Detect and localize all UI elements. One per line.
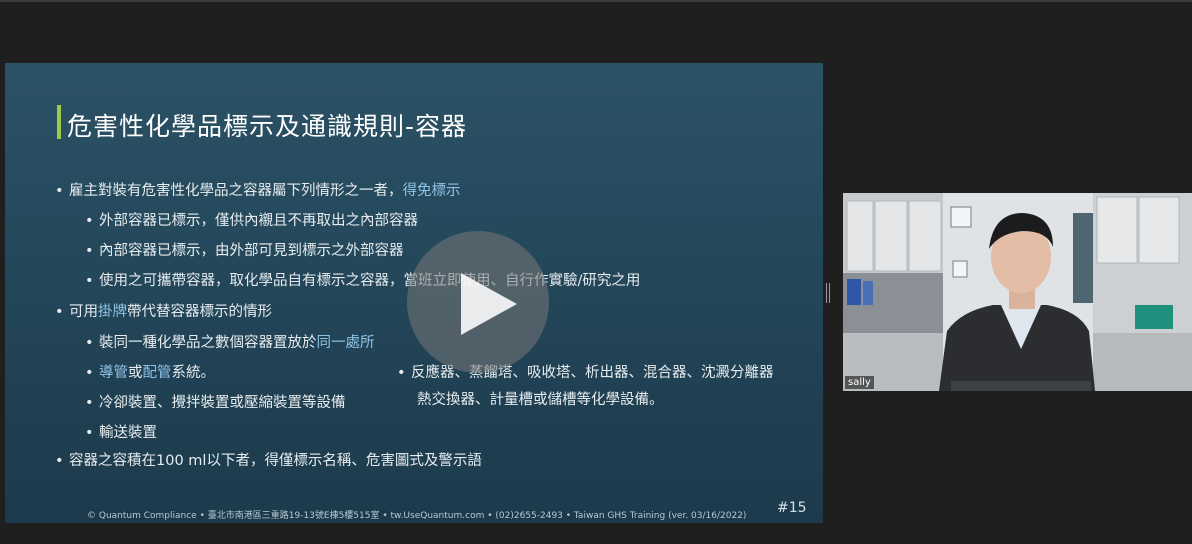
sub-bullet-5-highlight-1: 導管 [99,365,128,381]
title-accent-bar [57,105,61,139]
right-bullet-2: 熱交換器、計量槽或儲槽等化學設備。 [417,392,664,408]
bullet-icon: • [85,243,94,259]
bullet-icon: • [55,453,64,469]
bullet-icon: • [55,183,64,199]
sub-bullet-2-text: 內部容器已標示，由外部可見到標示之外部容器 [99,243,404,259]
bullet-icon: • [85,213,94,229]
sub-bullet-7: • 輸送裝置 [85,421,157,442]
bullet-icon: • [85,273,94,289]
sub-bullet-5-mid: 或 [128,365,143,381]
sub-bullet-4-pre: 裝同一種化學品之數個容器置放於 [99,335,317,351]
bullet-icon: • [85,395,94,411]
bullet-3: • 容器之容積在100 ml以下者，得僅標示名稱、危害圖式及警示語 [55,449,482,470]
sub-bullet-1-text: 外部容器已標示，僅供內襯且不再取出之內部容器 [99,213,418,229]
sub-bullet-6-text: 冷卻裝置、攪拌裝置或壓縮裝置等設備 [99,395,346,411]
sub-bullet-3: • 使用之可攜帶容器，取化學品自有標示之容器，當班立即使用、自行作實驗/研究之用 [85,269,640,290]
bullet-2: • 可用掛牌帶代替容器標示的情形 [55,300,272,321]
sub-bullet-4: • 裝同一種化學品之數個容器置放於同一處所 [85,331,375,352]
participant-name-label: sally [845,376,874,389]
bullet-icon: • [85,365,94,381]
sub-bullet-5: • 導管或配管系統。 [85,361,215,382]
slide-footer: © Quantum Compliance • 臺北市南港區三重路19-13號E棟… [87,511,747,521]
bullet-icon: • [85,335,94,351]
sub-bullet-5-post: 系統。 [171,365,216,381]
bullet-2-post: 帶代替容器標示的情形 [127,304,272,320]
slide-title: 危害性化學品標示及通識規則-容器 [67,112,468,141]
sub-bullet-1: • 外部容器已標示，僅供內襯且不再取出之內部容器 [85,209,418,230]
sub-bullet-6: • 冷卻裝置、攪拌裝置或壓縮裝置等設備 [85,391,346,412]
bullet-1-highlight: 得免標示 [402,183,461,199]
top-bar [0,0,1192,2]
bullet-2-pre: 可用 [69,304,98,320]
page-number: #15 [777,500,807,516]
webcam-scene [843,193,1192,391]
bullet-2-highlight: 掛牌 [98,304,127,320]
sub-bullet-7-text: 輸送裝置 [99,425,157,441]
drag-handle-icon[interactable] [826,283,830,303]
sub-bullet-4-highlight: 同一處所 [316,335,375,351]
bullet-1-text: 雇主對裝有危害性化學品之容器屬下列情形之一者， [69,183,403,199]
play-icon [461,273,517,335]
bullet-1: • 雇主對裝有危害性化學品之容器屬下列情形之一者，得免標示 [55,179,461,200]
play-button[interactable] [407,231,549,373]
bullet-icon: • [55,304,64,320]
bullet-3-text: 容器之容積在100 ml以下者，得僅標示名稱、危害圖式及警示語 [69,453,482,469]
sub-bullet-2: • 內部容器已標示，由外部可見到標示之外部容器 [85,239,404,260]
bullet-icon: • [85,425,94,441]
sub-bullet-3-text: 使用之可攜帶容器，取化學品自有標示之容器，當班立即使用、自行作實驗/研究之用 [99,273,641,289]
webcam-video: sally [843,193,1192,391]
sub-bullet-5-highlight-2: 配管 [142,365,172,381]
